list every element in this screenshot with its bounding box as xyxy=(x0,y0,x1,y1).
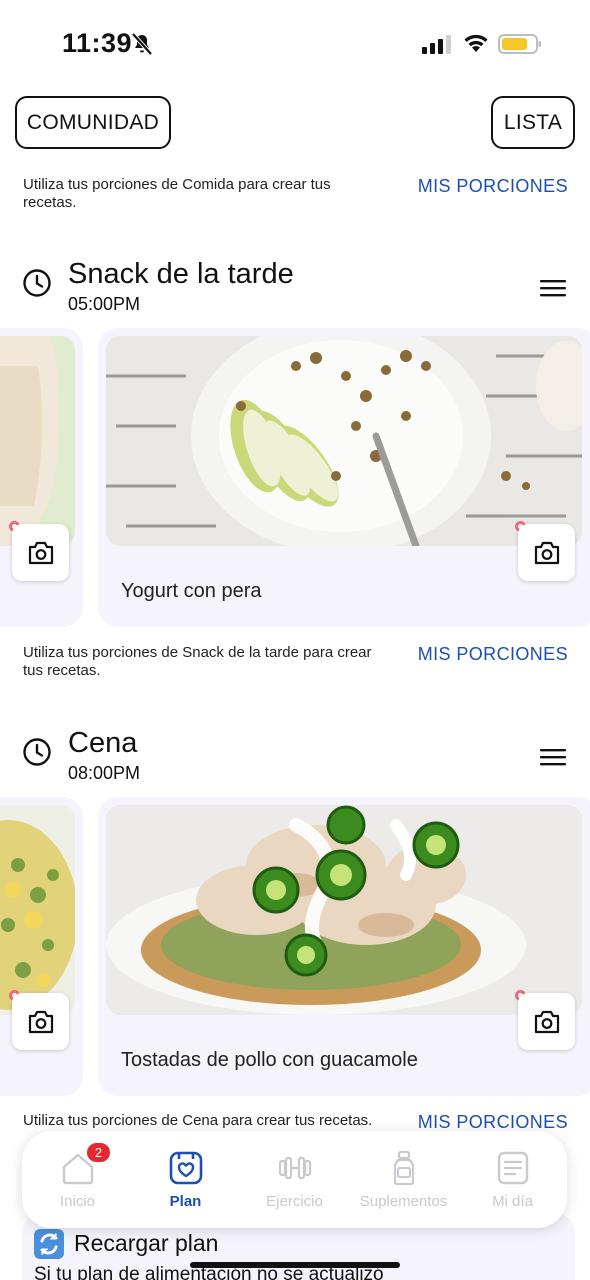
nav-item-mi-dia[interactable]: Mi día xyxy=(458,1131,567,1228)
camera-button[interactable] xyxy=(518,993,575,1050)
shopping-list-button[interactable]: LISTA xyxy=(491,96,575,149)
meal-title: Cena xyxy=(68,727,138,759)
meal-section-header: Cena 08:00PM xyxy=(22,727,570,791)
status-bar: 11:39 xyxy=(0,0,590,88)
recipe-photo xyxy=(0,805,75,1015)
cellular-signal-icon xyxy=(422,35,451,54)
wifi-icon xyxy=(464,34,488,52)
my-portions-link[interactable]: MIS PORCIONES xyxy=(418,644,568,665)
recipe-name: Tostadas de pollo con guacamole xyxy=(121,1049,418,1071)
nav-label: Inicio xyxy=(59,1193,96,1210)
bottom-navigation: 2 Inicio Plan Ejercicio Suplementos Mi d… xyxy=(22,1131,567,1228)
recipe-name: Yogurt con pera xyxy=(121,580,262,602)
meal-time: 08:00PM xyxy=(68,763,141,783)
battery-icon xyxy=(498,34,541,54)
dumbbell-icon xyxy=(278,1156,312,1180)
meal-time: 05:00PM xyxy=(68,294,141,314)
plan-icon xyxy=(169,1151,203,1185)
clock-icon xyxy=(23,269,51,297)
supplement-bottle-icon xyxy=(393,1150,415,1186)
recipe-photo-chicken-tostada xyxy=(106,805,582,1015)
recipe-card[interactable]: Tostadas de pollo con guacamole xyxy=(98,797,590,1096)
my-portions-link[interactable]: MIS PORCIONES xyxy=(418,1112,568,1133)
recipe-card[interactable]: Yogurt con pera xyxy=(98,328,590,627)
camera-icon xyxy=(534,1010,559,1033)
camera-icon xyxy=(28,541,53,564)
portions-hint-text: Utiliza tus porciones de Comida para cre… xyxy=(23,176,331,211)
recipe-card-previous[interactable] xyxy=(0,328,83,627)
nav-item-inicio[interactable]: 2 Inicio xyxy=(23,1131,132,1228)
nav-item-plan[interactable]: Plan xyxy=(131,1131,240,1228)
recipe-card-previous[interactable] xyxy=(0,797,83,1096)
camera-button[interactable] xyxy=(12,524,69,581)
camera-icon xyxy=(28,1010,53,1033)
portions-hint-text: Utiliza tus porciones de Snack de la tar… xyxy=(23,644,372,679)
reload-plan-title: Recargar plan xyxy=(74,1230,219,1256)
nav-item-suplementos[interactable]: Suplementos xyxy=(349,1131,458,1228)
meal-section-header: Snack de la tarde 05:00PM xyxy=(22,258,570,322)
status-time: 11:39 xyxy=(62,28,133,58)
recipe-photo xyxy=(0,336,75,546)
clock-icon xyxy=(23,738,51,766)
camera-button[interactable] xyxy=(12,993,69,1050)
hamburger-menu-icon[interactable] xyxy=(540,748,566,766)
home-indicator xyxy=(190,1262,400,1268)
meal-title: Snack de la tarde xyxy=(68,258,294,290)
portions-hint-text: Utiliza tus porciones de Cena para crear… xyxy=(23,1112,373,1129)
bell-muted-icon xyxy=(131,32,153,56)
nav-label: Mi día xyxy=(492,1193,533,1210)
recipe-photo-yogurt-pear xyxy=(106,336,582,546)
reload-icon xyxy=(34,1229,64,1259)
nav-label: Ejercicio xyxy=(266,1193,323,1210)
nav-label: Plan xyxy=(169,1193,202,1210)
community-button[interactable]: COMUNIDAD xyxy=(15,96,171,149)
my-portions-link[interactable]: MIS PORCIONES xyxy=(418,176,568,197)
journal-icon xyxy=(497,1151,529,1185)
nav-item-ejercicio[interactable]: Ejercicio xyxy=(240,1131,349,1228)
nav-label: Suplementos xyxy=(359,1193,448,1210)
camera-icon xyxy=(534,541,559,564)
camera-button[interactable] xyxy=(518,524,575,581)
hamburger-menu-icon[interactable] xyxy=(540,279,566,297)
notification-badge: 2 xyxy=(85,1141,112,1164)
